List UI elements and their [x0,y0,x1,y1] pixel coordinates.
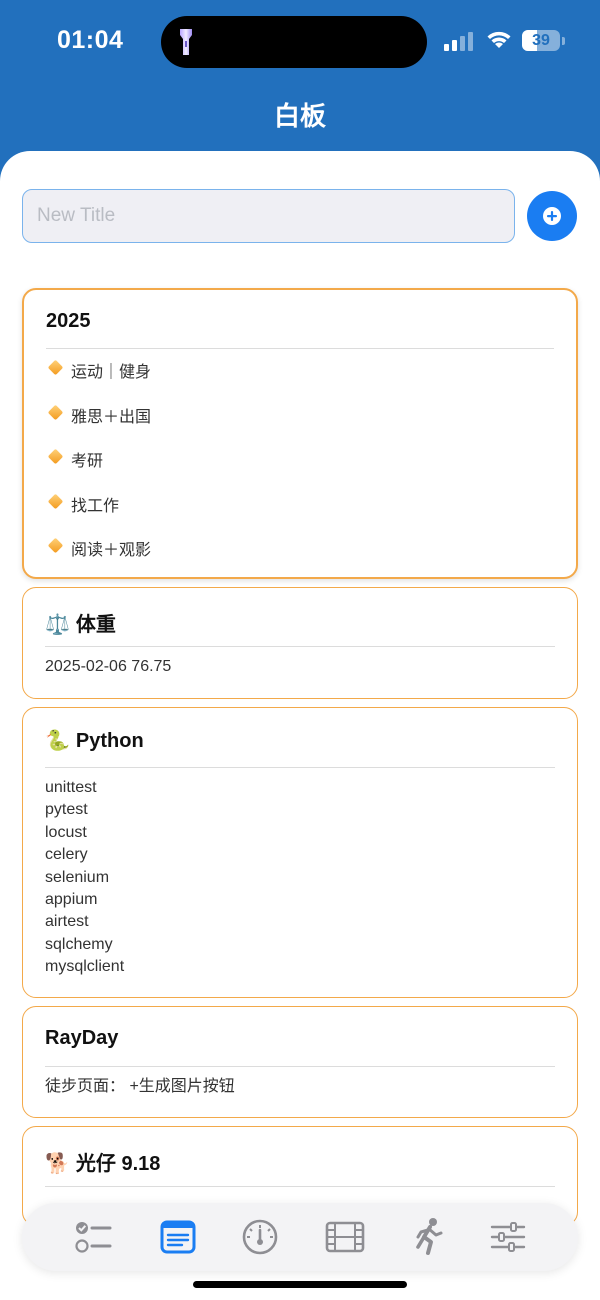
card-divider [46,348,554,349]
battery-cap [562,37,565,45]
sliders-icon [490,1222,526,1252]
card-body: unittest pytest locust celery selenium a… [45,777,124,979]
card-title: RayDay [45,1027,119,1049]
card-body: 2025-02-06 76.75 [45,658,172,675]
card-title: 2025 [46,310,91,332]
list-item: selenium [45,868,110,886]
status-bar: 01:04 39 [0,0,600,84]
status-time: 01:04 [57,26,124,54]
film-icon [325,1221,365,1253]
tab-running[interactable] [408,1217,448,1257]
card-title: 🐍 Python [45,728,144,753]
wifi-icon [485,28,513,50]
tab-checklist[interactable] [72,1217,112,1257]
list-item: celery [45,846,88,864]
gauge-icon [242,1219,278,1255]
goal-text: 雅思＋出国 [71,408,152,426]
orange-diamond-icon [47,448,64,465]
orange-diamond-icon [47,404,64,420]
cellular-signal-icon [444,31,476,51]
card-divider [45,1066,555,1067]
list-item: locust [45,823,87,841]
running-figure-icon [416,1218,443,1255]
goal-text: 运动｜健身 [71,364,152,381]
goal-text: 找工作 [71,497,120,515]
orange-diamond-icon [47,537,64,554]
page-title: 白板 [273,101,326,131]
card-title-text: 光仔 9.18 [75,1153,161,1175]
orange-diamond-icon [47,359,64,376]
list-item: pytest [45,801,88,819]
new-title-input[interactable] [22,189,515,243]
card-divider [45,767,555,768]
list-item: sqlchemy [45,935,113,953]
goal-text: 阅读＋观影 [71,542,152,559]
tab-gauge[interactable] [240,1217,280,1257]
home-indicator[interactable] [193,1281,407,1288]
list-item: unittest [45,779,97,796]
note-list-icon [160,1220,196,1254]
list-item: airtest [45,913,89,931]
card-divider [45,646,555,647]
note-card-2025[interactable]: 2025 运动｜健身 雅思＋出国 考研 找工作 阅读＋观影 [22,288,578,579]
list-item: 找工作 [47,492,151,537]
card-divider [45,1186,555,1187]
dog-icon: 🐕 [45,1153,70,1175]
add-note-button[interactable] [527,191,577,241]
tab-notes[interactable] [158,1217,198,1257]
note-card-weight[interactable]: ⚖️ 体重 2025-02-06 76.75 [22,587,578,699]
checklist-icon [75,1222,112,1253]
goal-text: 考研 [71,453,104,470]
card-title: 🐕 光仔 9.18 [45,1147,160,1176]
battery-percent: 39 [532,32,550,49]
note-card-rayday[interactable]: RayDay 徒步页面： +生成图片按钮 [22,1006,578,1118]
list-item: 考研 [47,447,151,492]
list-item: 运动｜健身 [47,358,152,403]
flashlight-icon [179,27,193,57]
list-item: 阅读＋观影 [47,536,152,577]
card-title-text: 体重 [75,614,116,636]
battery-indicator: 39 [522,30,566,52]
snake-icon: 🐍 [45,730,70,752]
goal-list: 运动｜健身 雅思＋出国 考研 找工作 阅读＋观影 [47,358,152,577]
list-item: 雅思＋出国 [47,403,152,448]
tab-bar [22,1203,578,1271]
tab-settings[interactable] [488,1217,528,1257]
plus-circle-icon [542,206,562,226]
card-title-text: Python [75,730,144,752]
list-item: appium [45,891,98,909]
card-body: 徒步页面： +生成图片按钮 [45,1078,235,1095]
list-item: mysqlclient [45,958,125,976]
orange-diamond-icon [47,493,64,509]
dynamic-island [161,16,427,68]
note-card-python[interactable]: 🐍 Python unittest pytest locust celery se… [22,707,578,998]
card-title: ⚖️ 体重 [45,608,116,637]
scales-icon: ⚖️ [45,614,70,636]
tab-film[interactable] [325,1217,365,1257]
